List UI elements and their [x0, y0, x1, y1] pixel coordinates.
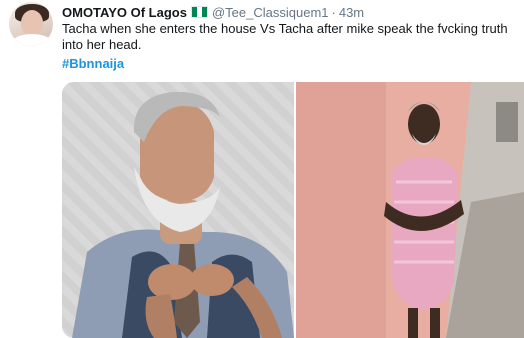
tweet-text: Tacha when she enters the house Vs Tacha…: [62, 21, 508, 52]
separator: ·: [331, 4, 336, 20]
hashtag-link[interactable]: #Bbnnaija: [62, 56, 124, 72]
tweet: OMOTAYO Of Lagos @Tee_Classiquem1 · 43m …: [0, 0, 524, 338]
tweet-header: OMOTAYO Of Lagos @Tee_Classiquem1 · 43m: [62, 3, 364, 21]
avatar[interactable]: [9, 2, 53, 46]
woman-pink-dress-image: [296, 82, 524, 338]
bearded-man-image: [62, 82, 294, 338]
media-grid: [62, 82, 524, 338]
media-photo-left[interactable]: [62, 82, 294, 338]
media-photo-right[interactable]: [296, 82, 524, 338]
nigeria-flag-icon: [190, 6, 208, 18]
author-name[interactable]: OMOTAYO Of Lagos: [62, 5, 187, 20]
timestamp[interactable]: 43m: [339, 5, 364, 20]
author-handle[interactable]: @Tee_Classiquem1: [212, 5, 329, 20]
